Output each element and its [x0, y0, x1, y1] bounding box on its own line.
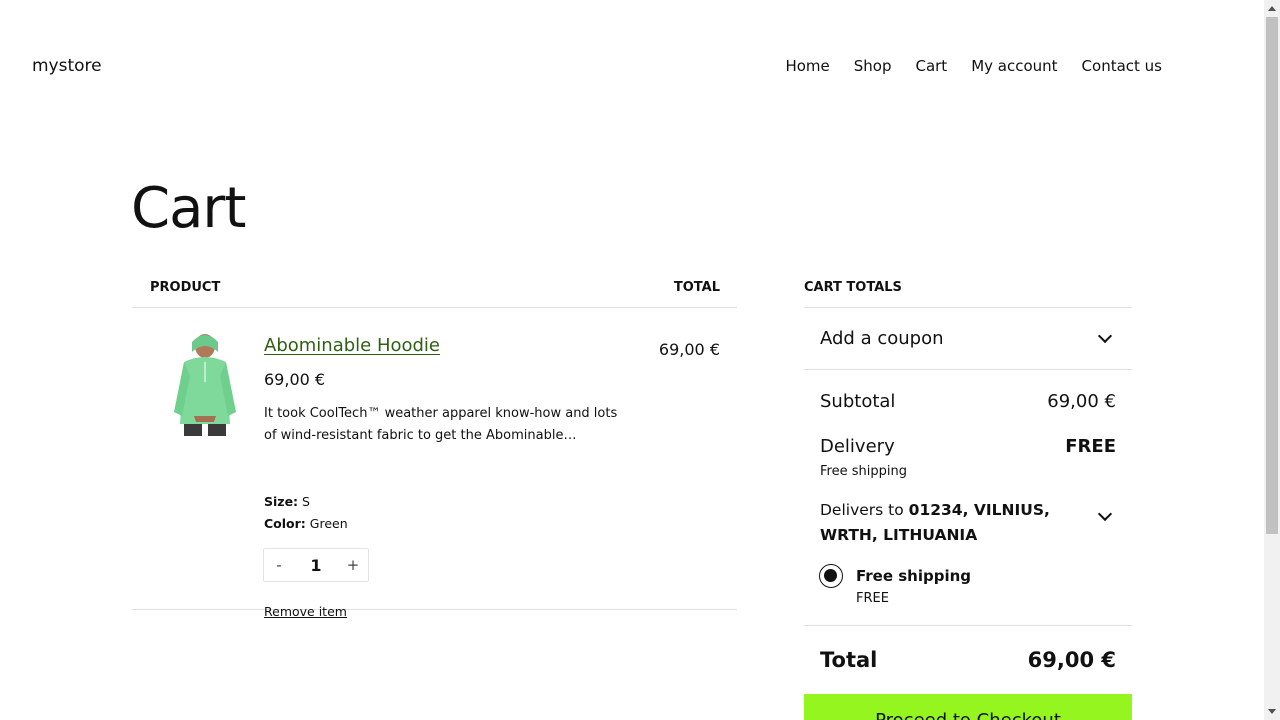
- chevron-down-icon[interactable]: [1097, 506, 1113, 522]
- totals-breakdown: Subtotal 69,00 € Delivery FREE Free ship…: [804, 370, 1132, 626]
- vertical-scrollbar[interactable]: [1264, 0, 1280, 720]
- quantity-stepper: - 1 +: [263, 548, 369, 582]
- cart-item-row: Abominable Hoodie 69,00 € It took CoolTe…: [132, 308, 737, 619]
- proceed-to-checkout-button[interactable]: Proceed to Checkout: [804, 694, 1132, 720]
- subtotal-label: Subtotal: [820, 391, 896, 412]
- delivery-address-toggle[interactable]: Delivers to 01234, VILNIUS, WRTH, LITHUA…: [820, 498, 1090, 548]
- total-value: 69,00 €: [1027, 648, 1116, 672]
- shipping-option-radio[interactable]: [819, 564, 843, 588]
- nav-link-cart[interactable]: Cart: [915, 57, 947, 75]
- cart-items-table: Product Total Abominable Hoodie 69,00 € …: [132, 268, 737, 619]
- scroll-down-arrow-icon[interactable]: [1268, 709, 1276, 714]
- scroll-up-arrow-icon[interactable]: [1268, 6, 1276, 11]
- color-label: Color:: [264, 516, 306, 531]
- nav-link-contact-us[interactable]: Contact us: [1082, 57, 1162, 75]
- product-description: It took CoolTech™ weather apparel know-h…: [264, 406, 618, 443]
- total-label: Total: [820, 648, 878, 672]
- remove-item-link[interactable]: Remove item: [264, 604, 347, 619]
- column-header-product: Product: [150, 280, 221, 295]
- site-title-link[interactable]: mystore: [32, 56, 102, 76]
- main-nav: Home Shop Cart My account Contact us: [785, 57, 1162, 75]
- delivery-method: Free shipping: [820, 464, 907, 479]
- coupon-toggle[interactable]: Add a coupon: [804, 308, 1132, 370]
- shipping-option-price: FREE: [856, 591, 889, 606]
- product-image[interactable]: [170, 332, 240, 436]
- scrollbar-thumb[interactable]: [1266, 17, 1278, 534]
- quantity-input[interactable]: 1: [310, 556, 321, 575]
- nav-link-shop[interactable]: Shop: [854, 57, 892, 75]
- product-name-link[interactable]: Abominable Hoodie: [264, 335, 440, 356]
- size-label: Size:: [264, 494, 299, 509]
- size-value: S: [302, 494, 310, 509]
- table-header: Product Total: [132, 268, 737, 308]
- column-header-total: Total: [673, 280, 720, 295]
- delivery-value: FREE: [1065, 436, 1116, 457]
- cart-totals-header: Cart totals: [804, 268, 1132, 308]
- color-value: Green: [309, 516, 348, 531]
- order-total-row: Total 69,00 €: [804, 626, 1132, 694]
- page: mystore Home Shop Cart My account Contac…: [0, 0, 1264, 720]
- line-total: 69,00 €: [658, 340, 720, 359]
- cart-totals: Cart totals Add a coupon Subtotal 69,00 …: [804, 268, 1132, 694]
- product-attribute-color: Color: Green: [264, 516, 348, 531]
- delivers-to-prefix: Delivers to: [820, 501, 904, 519]
- product-attribute-size: Size: S: [264, 494, 310, 509]
- quantity-decrease-button[interactable]: -: [272, 556, 286, 574]
- quantity-increase-button[interactable]: +: [346, 556, 360, 574]
- chevron-down-icon: [1097, 328, 1113, 344]
- page-title: Cart: [131, 176, 246, 241]
- nav-link-home[interactable]: Home: [785, 57, 829, 75]
- subtotal-value: 69,00 €: [1047, 391, 1116, 412]
- cart-totals-heading: Cart totals: [804, 280, 902, 295]
- nav-link-my-account[interactable]: My account: [971, 57, 1057, 75]
- product-unit-price: 69,00 €: [264, 370, 326, 389]
- shipping-option-name[interactable]: Free shipping: [856, 567, 971, 585]
- delivery-label: Delivery: [820, 436, 895, 457]
- coupon-label: Add a coupon: [820, 328, 944, 349]
